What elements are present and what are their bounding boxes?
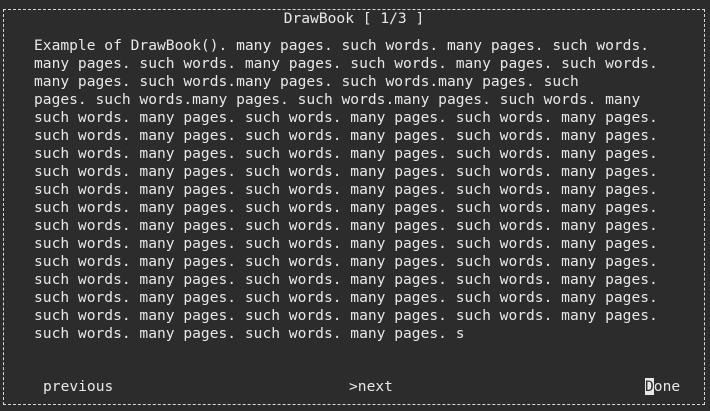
dialog-title-bar: DrawBook [ 1/3 ] <box>4 10 704 28</box>
done-button[interactable]: Done <box>645 378 680 396</box>
dialog-footer: previous >next Done <box>0 378 710 396</box>
book-line: many pages. such words.many pages. such … <box>34 73 579 90</box>
next-button[interactable]: >next <box>349 378 393 396</box>
terminal-window: DrawBook [ 1/3 ] Example of DrawBook(). … <box>0 0 710 411</box>
book-line: such words. many pages. such words. many… <box>34 289 658 306</box>
book-line: many pages. such words. many pages. such… <box>34 55 658 72</box>
book-line: such words. many pages. such words. many… <box>34 163 658 180</box>
done-button-label-rest: one <box>653 378 681 395</box>
book-line: such words. many pages. such words. many… <box>34 253 658 270</box>
book-line: Example of DrawBook(). many pages. such … <box>34 37 650 54</box>
book-line: such words. many pages. such words. many… <box>34 127 658 144</box>
cursor: D <box>645 378 654 395</box>
book-line: such words. many pages. such words. many… <box>34 109 658 126</box>
book-line: pages. such words.many pages. such words… <box>34 91 641 108</box>
book-line: such words. many pages. such words. many… <box>34 199 658 216</box>
book-line: such words. many pages. such words. many… <box>34 235 658 252</box>
book-line: such words. many pages. such words. many… <box>34 145 658 162</box>
book-line: such words. many pages. such words. many… <box>34 307 658 324</box>
book-line: such words. many pages. such words. many… <box>34 181 658 198</box>
book-line: such words. many pages. such words. many… <box>34 325 465 342</box>
previous-button[interactable]: previous <box>43 378 113 396</box>
book-page-text: Example of DrawBook(). many pages. such … <box>34 37 684 343</box>
book-line: such words. many pages. such words. many… <box>34 217 658 234</box>
book-line: such words. many pages. such words. many… <box>34 271 658 288</box>
dialog-title: DrawBook [ 1/3 ] <box>280 10 428 27</box>
